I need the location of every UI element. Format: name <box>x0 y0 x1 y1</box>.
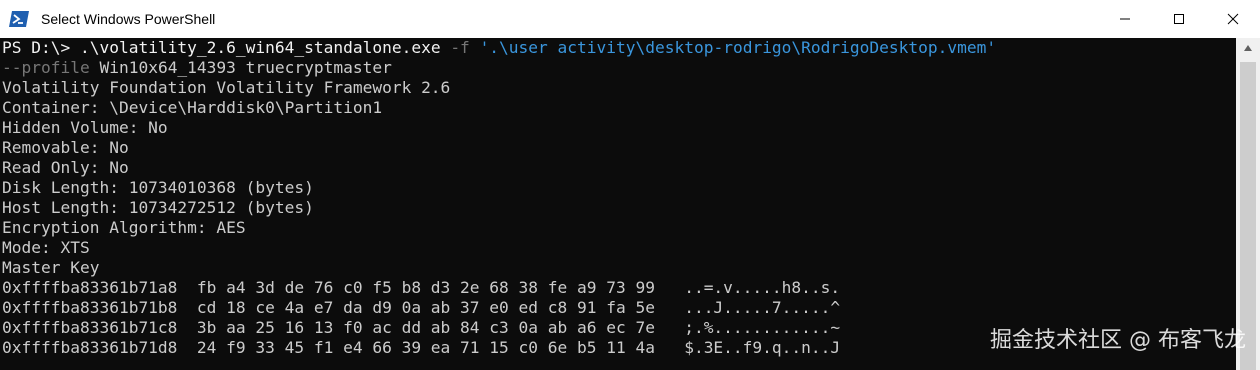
maximize-icon[interactable] <box>1152 0 1206 38</box>
scroll-up-icon[interactable] <box>1236 38 1260 58</box>
output-line: Encryption Algorithm: AES <box>2 218 246 237</box>
minimize-icon[interactable] <box>1098 0 1152 38</box>
close-icon[interactable] <box>1206 0 1260 38</box>
output-line: Hidden Volume: No <box>2 118 168 137</box>
command-exe: .\volatility_2.6_win64_standalone.exe <box>79 38 441 57</box>
hexdump-line: 0xffffba83361b71b8 cd 18 ce 4a e7 da d9 … <box>2 298 841 317</box>
window-controls <box>1098 0 1260 38</box>
vertical-scrollbar[interactable] <box>1236 38 1260 370</box>
output-line: Master Key <box>2 258 100 277</box>
powershell-window: Select Windows PowerShell PS D:\> .\vola… <box>0 0 1260 370</box>
output-line: Volatility Foundation Volatility Framewo… <box>2 78 451 97</box>
output-line: Read Only: No <box>2 158 129 177</box>
output-line: Container: \Device\Harddisk0\Partition1 <box>2 98 383 117</box>
powershell-icon <box>7 7 31 31</box>
command-flag-f: -f <box>450 38 470 57</box>
command-profile: Win10x64_14393 <box>99 58 236 77</box>
console-output[interactable]: PS D:\> .\volatility_2.6_win64_standalon… <box>0 38 1236 370</box>
window-title: Select Windows PowerShell <box>41 11 216 27</box>
prompt: PS D:\> <box>2 38 80 57</box>
hexdump-line: 0xffffba83361b71a8 fb a4 3d de 76 c0 f5 … <box>2 278 841 297</box>
command-line: PS D:\> .\volatility_2.6_win64_standalon… <box>0 38 1236 58</box>
watermark: 掘金技术社区 @ 布客飞龙 <box>990 328 1246 353</box>
command-path: '.\user activity\desktop-rodrigo\Rodrigo… <box>479 38 997 57</box>
output-line: Removable: No <box>2 138 129 157</box>
command-flag-profile: --profile <box>2 58 90 77</box>
command-plugin: truecryptmaster <box>245 58 392 77</box>
output-line: Disk Length: 10734010368 (bytes) <box>2 178 314 197</box>
command-line-continued: --profile Win10x64_14393 truecryptmaster <box>0 58 1236 78</box>
output-line: Mode: XTS <box>2 238 90 257</box>
title-bar[interactable]: Select Windows PowerShell <box>0 0 1260 38</box>
output-line: Host Length: 10734272512 (bytes) <box>2 198 314 217</box>
